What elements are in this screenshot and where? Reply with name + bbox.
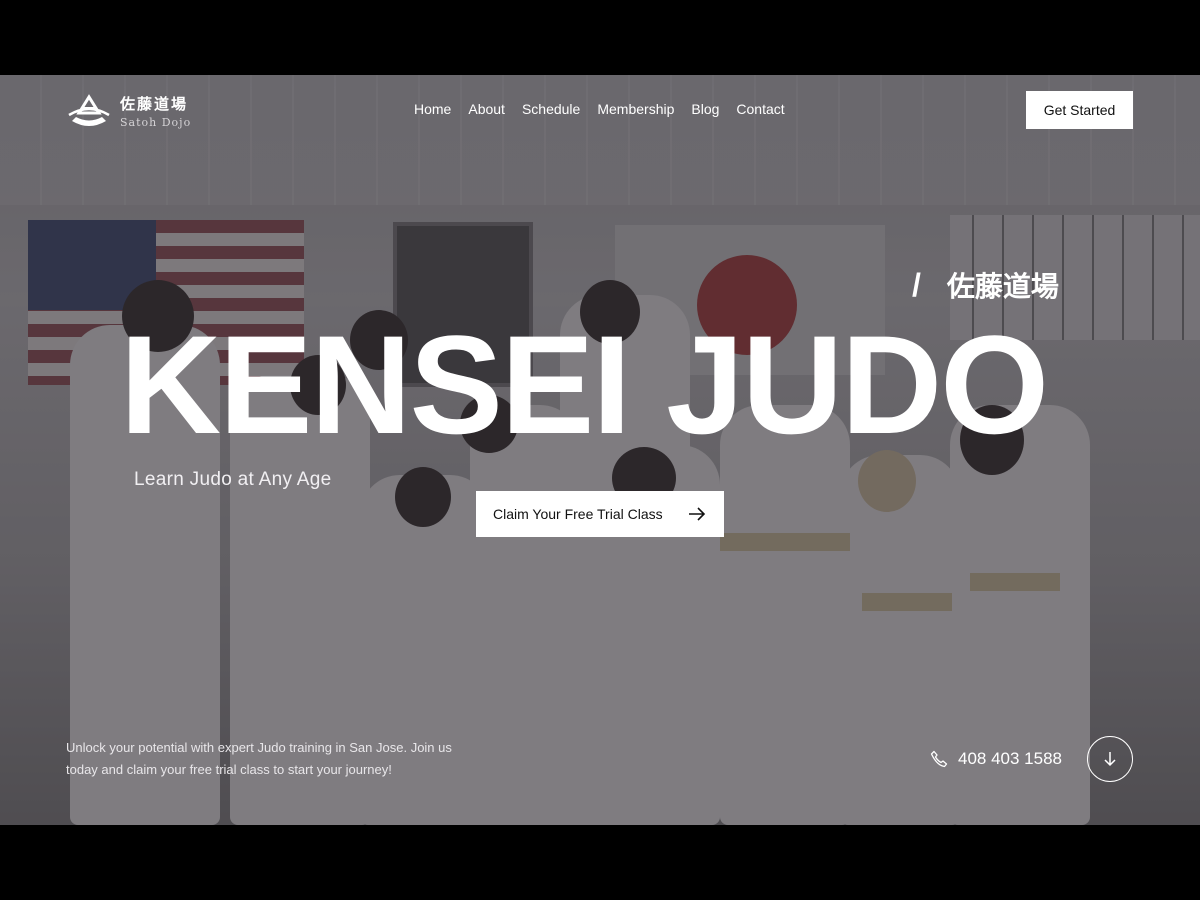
tagline-slash: / <box>912 266 921 303</box>
hero-section: 佐藤道場 Satoh Dojo Home About Schedule Memb… <box>0 75 1200 825</box>
phone-link[interactable]: 408 403 1588 <box>930 749 1062 769</box>
phone-icon <box>930 750 948 768</box>
claim-trial-button[interactable]: Claim Your Free Trial Class <box>476 491 724 537</box>
hero-subtitle: Learn Judo at Any Age <box>134 469 332 490</box>
nav-item-about[interactable]: About <box>468 101 505 117</box>
get-started-button[interactable]: Get Started <box>1026 91 1133 129</box>
nav-item-schedule[interactable]: Schedule <box>522 101 580 117</box>
nav-item-blog[interactable]: Blog <box>691 101 719 117</box>
nav-item-contact[interactable]: Contact <box>736 101 784 117</box>
scroll-down-button[interactable] <box>1087 736 1133 782</box>
phone-number: 408 403 1588 <box>958 749 1062 768</box>
jp-tagline: / 佐藤道場 <box>912 261 1071 309</box>
hero-title: KENSEI JUDO <box>120 306 1049 463</box>
nav-item-membership[interactable]: Membership <box>597 101 674 117</box>
claim-trial-label: Claim Your Free Trial Class <box>493 506 663 522</box>
hero-description: Unlock your potential with expert Judo t… <box>66 740 452 777</box>
site-logo[interactable]: 佐藤道場 Satoh Dojo <box>66 91 191 131</box>
logo-name-jp: 佐藤道場 <box>120 95 189 113</box>
arrow-right-icon <box>689 507 706 521</box>
dojo-logo-icon <box>68 94 110 126</box>
jp-brush-text: 佐藤道場 <box>946 270 1059 303</box>
logo-name-en: Satoh Dojo <box>120 116 192 129</box>
main-nav: Home About Schedule Membership Blog Cont… <box>414 101 785 117</box>
nav-item-home[interactable]: Home <box>414 101 451 117</box>
logo-text: 佐藤道場 Satoh Dojo <box>120 93 191 129</box>
arrow-down-icon <box>1104 752 1116 767</box>
jp-brush-label: 佐藤道場 <box>935 261 1071 309</box>
